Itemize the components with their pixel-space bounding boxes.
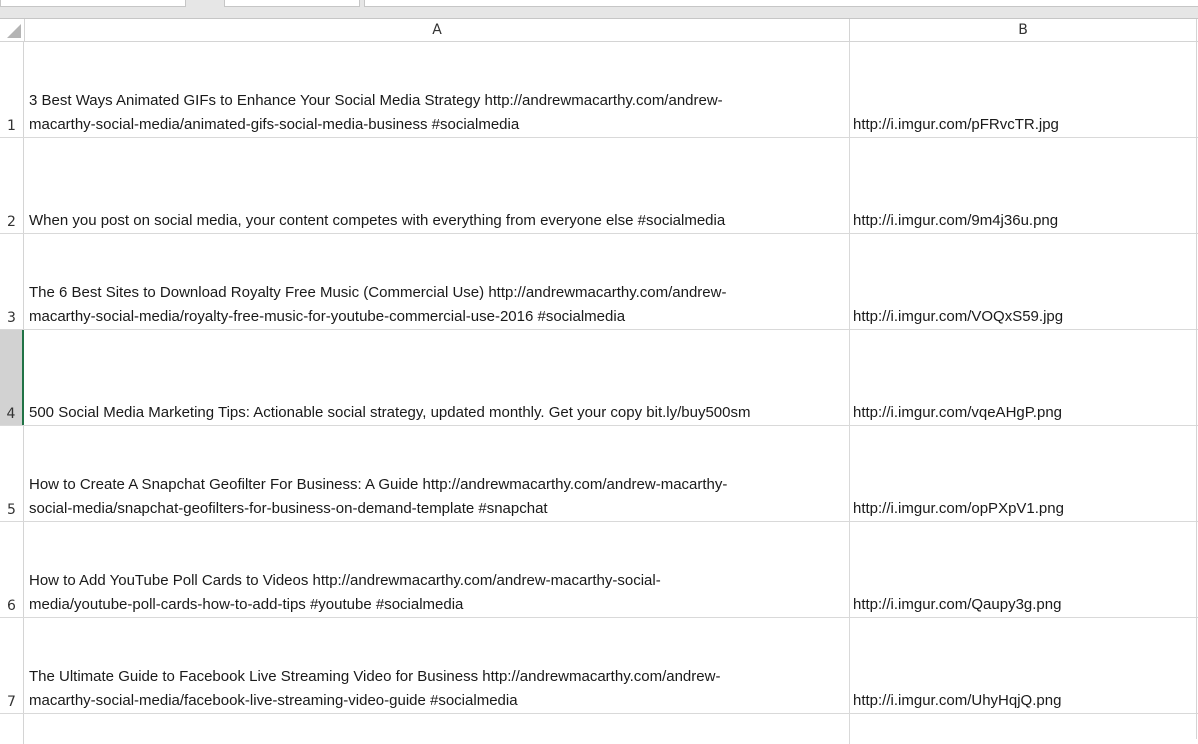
column-divider [849, 42, 850, 137]
cell-b[interactable]: http://i.imgur.com/UhyHqjQ.png [853, 618, 1193, 713]
cell-b-text: http://i.imgur.com/UhyHqjQ.png [853, 692, 1062, 709]
row-header[interactable]: 7 [0, 618, 24, 713]
cell-b-text: http://i.imgur.com/vqeAHgP.png [853, 404, 1063, 421]
table-row: 3 The 6 Best Sites to Download Royalty F… [0, 234, 1198, 330]
table-row: 5 How to Create A Snapchat Geofilter For… [0, 426, 1198, 522]
column-divider [849, 618, 850, 713]
cell-a[interactable]: How to Add YouTube Poll Cards to Videos … [29, 522, 847, 617]
cell-a[interactable]: How to Create A Snapchat Geofilter For B… [29, 426, 847, 521]
cell-a[interactable]: The Ultimate Guide to Facebook Live Stre… [29, 618, 847, 713]
column-divider [849, 426, 850, 521]
sheet-tab-strip [0, 0, 1198, 19]
row-header[interactable] [0, 714, 24, 744]
cell-b-text: http://i.imgur.com/pFRvcTR.jpg [853, 116, 1059, 133]
grid-right-edge [1196, 19, 1197, 739]
column-header-a[interactable]: A [25, 19, 850, 41]
cell-b[interactable]: http://i.imgur.com/9m4j36u.png [853, 138, 1193, 233]
column-header-b[interactable]: B [850, 19, 1197, 41]
table-row: 2 When you post on social media, your co… [0, 138, 1198, 234]
table-row: 4 500 Social Media Marketing Tips: Actio… [0, 330, 1198, 426]
row-header[interactable]: 3 [0, 234, 24, 329]
cell-b[interactable]: http://i.imgur.com/Qaupy3g.png [853, 522, 1193, 617]
row-header-selected[interactable]: 4 [0, 330, 24, 425]
select-all-button[interactable] [0, 19, 25, 41]
table-row: 7 The Ultimate Guide to Facebook Live St… [0, 618, 1198, 714]
cell-b-text: http://i.imgur.com/opPXpV1.png [853, 500, 1064, 517]
cell-b[interactable]: http://i.imgur.com/opPXpV1.png [853, 426, 1193, 521]
cell-a-text: 3 Best Ways Animated GIFs to Enhance You… [29, 92, 723, 133]
column-divider [849, 714, 850, 744]
cell-b-text: http://i.imgur.com/9m4j36u.png [853, 212, 1059, 229]
table-row: 1 3 Best Ways Animated GIFs to Enhance Y… [0, 42, 1198, 138]
column-divider [849, 522, 850, 617]
column-divider [849, 234, 850, 329]
column-divider [849, 330, 850, 425]
cell-a[interactable]: 3 Best Ways Animated GIFs to Enhance You… [29, 42, 847, 137]
cell-b-text: http://i.imgur.com/VOQxS59.jpg [853, 308, 1064, 325]
cell-a-text: The 6 Best Sites to Download Royalty Fre… [29, 284, 727, 325]
cell-b[interactable]: http://i.imgur.com/VOQxS59.jpg [853, 234, 1193, 329]
cell-a-text: When you post on social media, your cont… [29, 212, 726, 229]
cell-a[interactable]: 500 Social Media Marketing Tips: Actiona… [29, 330, 847, 425]
sheet-tab[interactable] [0, 0, 186, 7]
cell-b-text: http://i.imgur.com/Qaupy3g.png [853, 596, 1062, 613]
column-divider [849, 138, 850, 233]
sheet-tab[interactable] [364, 0, 1198, 7]
cell-a-text: How to Create A Snapchat Geofilter For B… [29, 476, 728, 517]
cell-b[interactable]: http://i.imgur.com/pFRvcTR.jpg [853, 42, 1193, 137]
row-header[interactable]: 2 [0, 138, 24, 233]
table-row: 6 How to Add YouTube Poll Cards to Video… [0, 522, 1198, 618]
cell-a-text: 500 Social Media Marketing Tips: Actiona… [29, 404, 751, 421]
select-all-triangle-icon [7, 24, 21, 38]
row-header[interactable]: 6 [0, 522, 24, 617]
cell-a-text: The Ultimate Guide to Facebook Live Stre… [29, 668, 721, 709]
cell-b[interactable]: http://i.imgur.com/vqeAHgP.png [853, 330, 1193, 425]
cell-a-text: How to Add YouTube Poll Cards to Videos … [29, 572, 661, 613]
row-header[interactable]: 1 [0, 42, 24, 137]
cell-a[interactable]: When you post on social media, your cont… [29, 138, 847, 233]
table-row [0, 714, 1198, 744]
cell-a[interactable]: The 6 Best Sites to Download Royalty Fre… [29, 234, 847, 329]
sheet-tab[interactable] [224, 0, 360, 7]
row-header[interactable]: 5 [0, 426, 24, 521]
column-header-bar: A B [0, 19, 1198, 42]
